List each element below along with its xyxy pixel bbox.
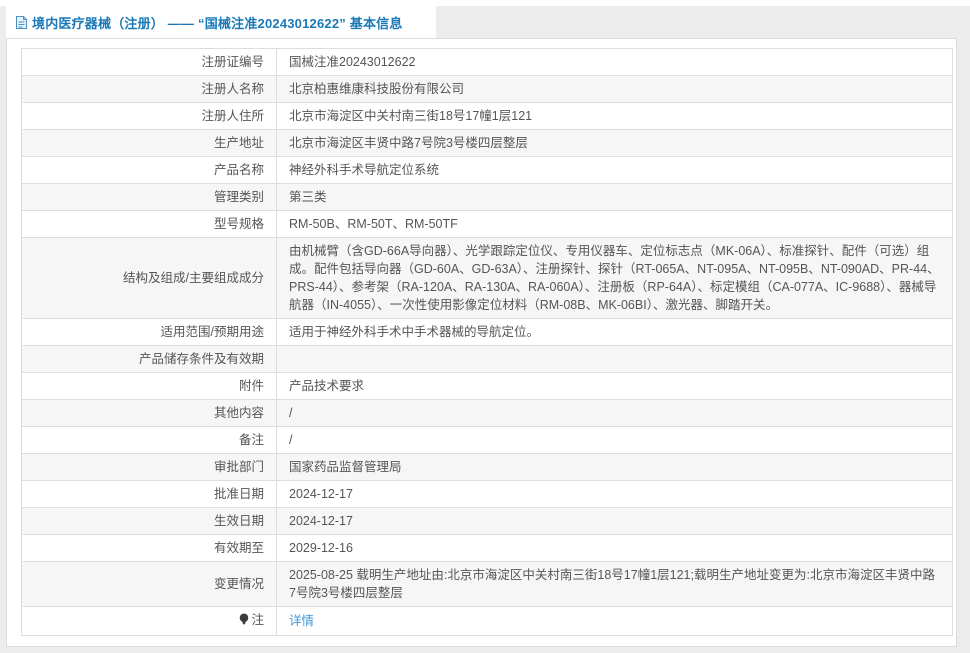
row-value: RM-50B、RM-50T、RM-50TF — [277, 211, 953, 238]
detail-link[interactable]: 详情 — [289, 614, 314, 628]
table-row: 适用范围/预期用途适用于神经外科手术中手术器械的导航定位。 — [22, 319, 953, 346]
row-value: 2025-08-25 载明生产地址由:北京市海淀区中关村南三街18号17幢1层1… — [277, 562, 953, 607]
table-row: 注册证编号国械注准20243012622 — [22, 49, 953, 76]
row-label: 生效日期 — [22, 508, 277, 535]
row-value: 2024-12-17 — [277, 508, 953, 535]
row-label: 有效期至 — [22, 535, 277, 562]
row-label: 产品储存条件及有效期 — [22, 346, 277, 373]
table-row: 生效日期2024-12-17 — [22, 508, 953, 535]
document-icon — [15, 15, 28, 30]
row-value: 产品技术要求 — [277, 373, 953, 400]
row-value: 北京市海淀区丰贤中路7号院3号楼四层整层 — [277, 130, 953, 157]
info-table-body: 注册证编号国械注准20243012622注册人名称北京柏惠维康科技股份有限公司注… — [22, 49, 953, 636]
row-value: 第三类 — [277, 184, 953, 211]
table-row: 生产地址北京市海淀区丰贤中路7号院3号楼四层整层 — [22, 130, 953, 157]
row-value: 北京市海淀区中关村南三街18号17幢1层121 — [277, 103, 953, 130]
row-label: 管理类别 — [22, 184, 277, 211]
table-row: 变更情况2025-08-25 载明生产地址由:北京市海淀区中关村南三街18号17… — [22, 562, 953, 607]
table-row: 其他内容/ — [22, 400, 953, 427]
table-row: 产品储存条件及有效期 — [22, 346, 953, 373]
row-value: 神经外科手术导航定位系统 — [277, 157, 953, 184]
table-row: 附件产品技术要求 — [22, 373, 953, 400]
row-value: 适用于神经外科手术中手术器械的导航定位。 — [277, 319, 953, 346]
title-bar: 境内医疗器械（注册） —— “国械注准20243012622” 基本信息 — [6, 6, 436, 38]
table-row: 产品名称神经外科手术导航定位系统 — [22, 157, 953, 184]
table-row: 备注/ — [22, 427, 953, 454]
row-label: 适用范围/预期用途 — [22, 319, 277, 346]
row-value: 2024-12-17 — [277, 481, 953, 508]
row-label: 产品名称 — [22, 157, 277, 184]
row-value: 由机械臂（含GD-66A导向器）、光学跟踪定位仪、专用仪器车、定位标志点（MK-… — [277, 238, 953, 319]
table-row: 注详情 — [22, 607, 953, 636]
row-label: 注册人名称 — [22, 76, 277, 103]
row-label: 结构及组成/主要组成成分 — [22, 238, 277, 319]
page-title: 境内医疗器械（注册） —— “国械注准20243012622” 基本信息 — [32, 13, 403, 32]
row-label: 备注 — [22, 427, 277, 454]
row-value: 详情 — [277, 607, 953, 636]
note-bulb-icon — [239, 613, 249, 631]
table-row: 管理类别第三类 — [22, 184, 953, 211]
info-table: 注册证编号国械注准20243012622注册人名称北京柏惠维康科技股份有限公司注… — [21, 48, 953, 636]
table-row: 注册人住所北京市海淀区中关村南三街18号17幢1层121 — [22, 103, 953, 130]
row-label: 注 — [22, 607, 277, 636]
row-value: 2029-12-16 — [277, 535, 953, 562]
row-label: 型号规格 — [22, 211, 277, 238]
table-row: 有效期至2029-12-16 — [22, 535, 953, 562]
row-label: 生产地址 — [22, 130, 277, 157]
table-row: 审批部门国家药品监督管理局 — [22, 454, 953, 481]
row-label: 审批部门 — [22, 454, 277, 481]
row-value: 国械注准20243012622 — [277, 49, 953, 76]
table-row: 结构及组成/主要组成成分由机械臂（含GD-66A导向器）、光学跟踪定位仪、专用仪… — [22, 238, 953, 319]
table-row: 注册人名称北京柏惠维康科技股份有限公司 — [22, 76, 953, 103]
row-value — [277, 346, 953, 373]
row-value: 北京柏惠维康科技股份有限公司 — [277, 76, 953, 103]
row-value: / — [277, 400, 953, 427]
row-label: 其他内容 — [22, 400, 277, 427]
table-row: 型号规格RM-50B、RM-50T、RM-50TF — [22, 211, 953, 238]
row-value: / — [277, 427, 953, 454]
content-panel: 注册证编号国械注准20243012622注册人名称北京柏惠维康科技股份有限公司注… — [6, 38, 957, 647]
row-label: 变更情况 — [22, 562, 277, 607]
row-value: 国家药品监督管理局 — [277, 454, 953, 481]
row-label: 批准日期 — [22, 481, 277, 508]
row-label: 注册人住所 — [22, 103, 277, 130]
row-label: 附件 — [22, 373, 277, 400]
table-row: 批准日期2024-12-17 — [22, 481, 953, 508]
row-label: 注册证编号 — [22, 49, 277, 76]
